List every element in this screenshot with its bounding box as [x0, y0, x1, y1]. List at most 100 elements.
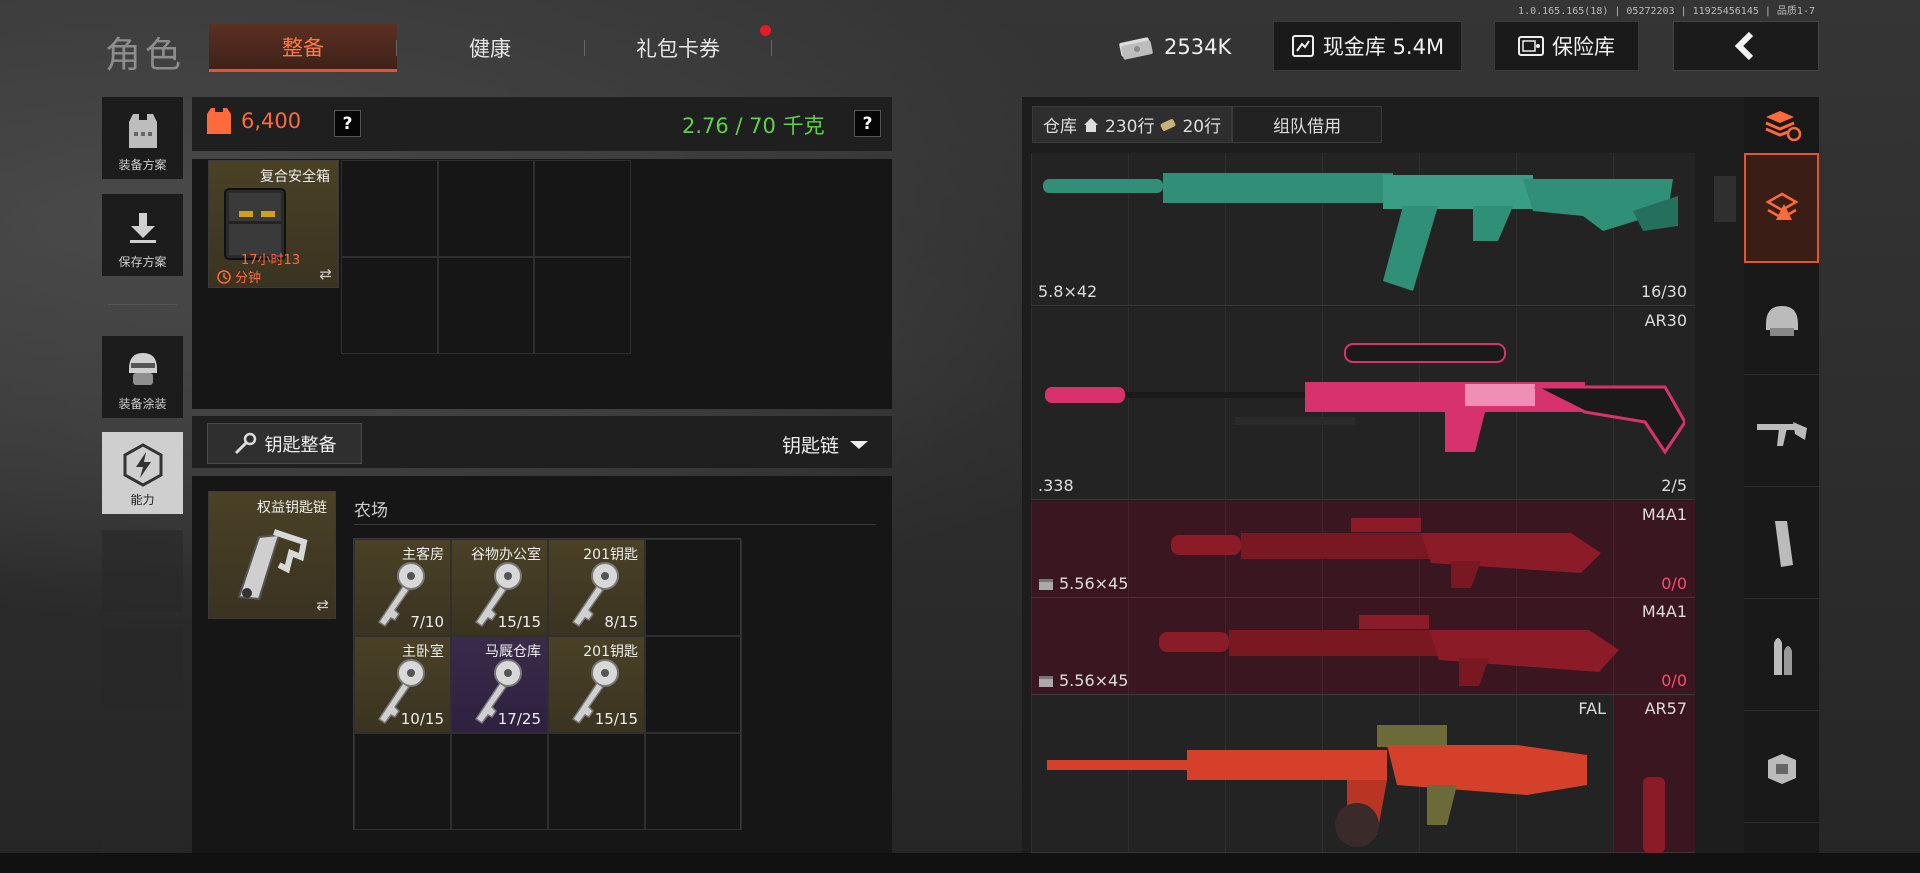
warehouse-tabs: 仓库 230行 20行 组队借用 — [1032, 106, 1383, 143]
category-all[interactable] — [1744, 153, 1819, 263]
grid-slot[interactable] — [354, 733, 451, 830]
page-title: 角色 — [105, 35, 186, 76]
cash-vault-button[interactable]: 现金库 5.4M — [1273, 21, 1462, 71]
category-weapon[interactable] — [1744, 377, 1819, 487]
weapon-ammo: 0/0 — [1661, 671, 1687, 690]
cash-icon — [1119, 37, 1153, 60]
clock-icon — [217, 269, 231, 284]
swap-icon[interactable]: ⇄ — [319, 265, 332, 283]
grid-slot[interactable] — [437, 257, 535, 354]
ticket-icon — [1161, 118, 1176, 131]
weapon-caliber: .338 — [1038, 476, 1074, 495]
category-magazine[interactable] — [1744, 489, 1819, 599]
empty-slot — [102, 530, 183, 612]
caliber-text: 5.56×45 — [1059, 574, 1129, 593]
loadout-plan-button[interactable]: 装备方案 — [102, 97, 183, 179]
keychain-name: 权益钥匙链 — [257, 500, 327, 516]
tab-health[interactable]: 健康 — [396, 24, 584, 72]
tab-loadout[interactable]: 整备 — [209, 24, 397, 72]
weapon-ammo: 0/0 — [1661, 574, 1687, 593]
scrollbar-thumb[interactable] — [1714, 176, 1736, 222]
weapon-item[interactable]: M4A1 5.56×45 0/0 — [1031, 598, 1695, 695]
tab-giftpack[interactable]: 礼包卡券 — [584, 24, 772, 72]
category-ammo[interactable] — [1744, 601, 1819, 711]
key-slot[interactable]: 201钥匙 15/15 — [548, 636, 645, 733]
value-help-button[interactable]: ? — [334, 110, 361, 137]
home-icon — [1084, 117, 1098, 132]
helmet-icon — [1765, 305, 1798, 336]
grid-slot[interactable] — [451, 733, 548, 830]
weight-help-button[interactable]: ? — [854, 110, 881, 137]
safe-button[interactable]: 保险库 — [1494, 21, 1639, 71]
tab-warehouse[interactable]: 仓库 230行 20行 — [1032, 106, 1233, 143]
weapon-item[interactable]: AR57 — [1614, 695, 1695, 853]
rifle-icon — [1043, 173, 1678, 291]
notification-dot — [760, 25, 771, 36]
weapon-name: AR57 — [1644, 699, 1687, 718]
section-divider — [354, 524, 876, 525]
category-helmet[interactable] — [1744, 265, 1819, 375]
rifle-icon — [1756, 421, 1807, 446]
secure-case-slot[interactable]: 复合安全箱 17小时13 分钟 ⇄ — [208, 160, 339, 288]
key-count: 10/15 — [400, 710, 444, 728]
weapon-ammo: 2/5 — [1661, 476, 1687, 495]
grid-slot[interactable] — [548, 733, 645, 830]
ability-button[interactable]: 能力 — [102, 432, 183, 514]
armor-icon — [1767, 753, 1796, 784]
key-loadout-button[interactable]: 钥匙整备 — [207, 423, 362, 464]
save-plan-button[interactable]: 保存方案 — [102, 194, 183, 276]
weapon-item[interactable]: AR30 .338 2/5 — [1031, 307, 1695, 500]
empty-slot — [102, 820, 183, 853]
key-count: 15/15 — [497, 613, 541, 631]
secure-case-grid — [341, 160, 631, 354]
rifle-icon — [1171, 518, 1601, 588]
keychain-slot[interactable]: 权益钥匙链 ⇄ — [208, 491, 336, 619]
weapon-name: AR30 — [1644, 311, 1687, 330]
skin-label: 装备涂装 — [118, 397, 167, 411]
ammo-box-icon — [1039, 675, 1053, 687]
tab-warehouse-label: 仓库 — [1043, 117, 1077, 137]
vest-icon — [128, 114, 157, 148]
version-info: 1.0.165.165(18) | 05272203 | 11925456145… — [1518, 6, 1815, 17]
category-armor[interactable] — [1744, 713, 1819, 823]
weapon-caliber: 5.8×42 — [1038, 282, 1098, 301]
key-grid: 主客房 7/10 谷物办公室 15/15 201钥匙 8/15 主卧室 10/1… — [353, 538, 742, 830]
weapon-caliber: 5.56×45 — [1038, 574, 1128, 593]
tab-team-borrow[interactable]: 组队借用 — [1232, 106, 1383, 143]
stack-refresh-button[interactable] — [1744, 97, 1819, 152]
ammo-icon — [1773, 637, 1792, 675]
keychain-dropdown[interactable]: 钥匙链 — [782, 431, 869, 458]
sniper-rifle-icon — [1045, 343, 1685, 455]
key-slot[interactable]: 201钥匙 8/15 — [548, 539, 645, 636]
weapon-name: FAL — [1578, 699, 1606, 718]
key-loadout-label: 钥匙整备 — [264, 434, 337, 456]
weapon-item[interactable]: M4A1 5.56×45 0/0 — [1031, 501, 1695, 598]
weapon-name: M4A1 — [1641, 505, 1687, 524]
grid-slot[interactable] — [341, 257, 438, 354]
key-slot[interactable]: 马厩仓库 17/25 — [451, 636, 548, 733]
key-icon — [234, 432, 256, 454]
weapon-item[interactable]: 5.8×42 16/30 — [1031, 153, 1695, 306]
grid-slot[interactable] — [534, 160, 631, 257]
grid-slot[interactable] — [437, 160, 535, 257]
ticket-rows: 20行 — [1182, 117, 1222, 137]
sidebar-divider — [108, 304, 177, 305]
weapon-item[interactable]: FAL — [1031, 695, 1614, 853]
key-slot[interactable]: 主卧室 10/15 — [354, 636, 451, 733]
skin-button[interactable]: 装备涂装 — [102, 336, 183, 418]
rifle-part-icon — [1643, 777, 1665, 853]
grid-slot[interactable] — [645, 636, 742, 733]
layers-icon — [1764, 192, 1799, 220]
back-button[interactable] — [1673, 21, 1819, 71]
grid-slot[interactable] — [341, 160, 438, 257]
weapon-name: M4A1 — [1641, 602, 1687, 621]
key-slot[interactable]: 主客房 7/10 — [354, 539, 451, 636]
key-slot[interactable]: 谷物办公室 15/15 — [451, 539, 548, 636]
chevron-down-icon — [850, 440, 869, 449]
case-timer: 分钟 — [217, 267, 261, 286]
swap-icon[interactable]: ⇄ — [316, 596, 329, 614]
grid-slot[interactable] — [645, 733, 742, 830]
stack-refresh-icon — [1764, 110, 1801, 141]
grid-slot[interactable] — [534, 257, 631, 354]
grid-slot[interactable] — [645, 539, 742, 636]
